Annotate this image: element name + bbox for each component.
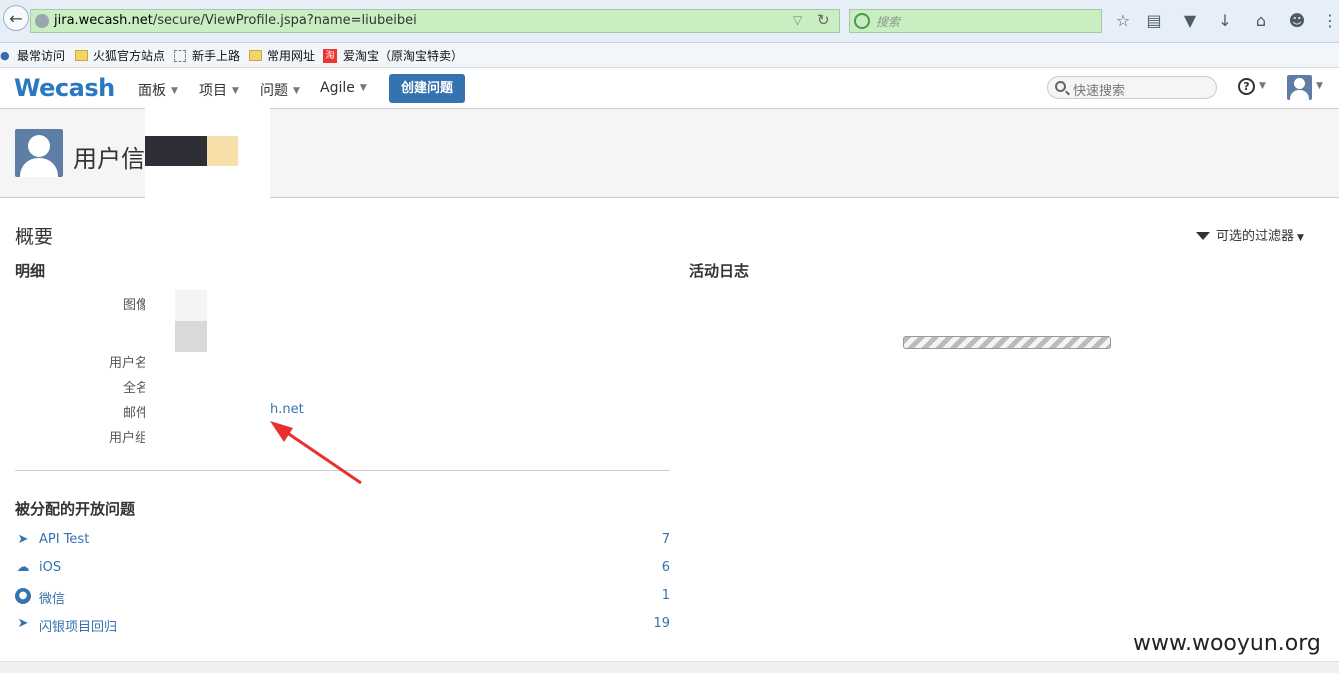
bookmarks-bar: ● 最常访问 火狐官方站点 新手上路 常用网址 淘爱淘宝（原淘宝特卖） xyxy=(0,43,1339,68)
download-icon[interactable]: ↓ xyxy=(1215,11,1235,31)
url-text[interactable]: jira.wecash.net/secure/ViewProfile.jspa?… xyxy=(54,13,417,28)
browser-search-input[interactable]: 搜索 xyxy=(876,13,900,30)
home-icon[interactable]: ⌂ xyxy=(1251,11,1271,31)
details-heading: 明细 xyxy=(15,262,46,280)
project-link[interactable]: 闪银项目回归 xyxy=(39,616,117,635)
help-icon[interactable]: ? xyxy=(1238,78,1255,95)
chevron-down-icon: ▼ xyxy=(1297,233,1304,243)
divider xyxy=(15,470,670,471)
create-issue-button[interactable]: 创建问题 xyxy=(389,74,465,103)
chevron-down-icon: ▼ xyxy=(359,83,367,93)
groups-label: 用户组 xyxy=(109,431,145,446)
rocket-icon: ➤ xyxy=(17,616,29,631)
chat-icon[interactable]: ☻ xyxy=(1287,11,1307,31)
redaction-block xyxy=(175,321,207,352)
filter-icon xyxy=(1196,232,1210,240)
bookmark-most-visited[interactable]: ● 最常访问 xyxy=(0,47,65,64)
email-link[interactable]: h.net xyxy=(270,402,304,417)
list-item[interactable]: ➤ API Test 7 xyxy=(15,530,670,552)
url-dropdown-icon[interactable]: ▽ xyxy=(793,13,802,27)
list-item[interactable]: ☁ iOS 6 xyxy=(15,558,671,580)
footer-bar xyxy=(0,661,1339,673)
chevron-down-icon: ▼ xyxy=(232,86,239,96)
issue-count[interactable]: 19 xyxy=(653,616,670,631)
bookmark-firefox[interactable]: 火狐官方站点 xyxy=(75,47,165,64)
project-link[interactable]: 微信 xyxy=(39,588,65,607)
reload-icon[interactable]: ↻ xyxy=(817,11,830,29)
address-bar[interactable]: jira.wecash.net/secure/ViewProfile.jspa?… xyxy=(30,9,840,33)
rocket-icon: ➤ xyxy=(17,532,29,547)
overview-heading: 概要 xyxy=(15,226,54,248)
quick-search-input[interactable]: 快速搜索 xyxy=(1047,76,1217,99)
nav-issues[interactable]: 问题 ▼ xyxy=(260,80,300,100)
username-label: 用户名 xyxy=(109,356,145,371)
project-link[interactable]: iOS xyxy=(39,560,61,575)
fullname-label: 全名 xyxy=(123,381,145,396)
avatar-label: 图像 xyxy=(123,298,145,313)
page-icon xyxy=(174,49,186,62)
watermark: www.wooyun.org xyxy=(1133,631,1321,656)
search-icon xyxy=(1055,81,1066,92)
browser-toolbar: ← jira.wecash.net/secure/ViewProfile.jsp… xyxy=(0,0,1339,43)
chevron-down-icon: ▼ xyxy=(293,86,300,96)
assigned-issues-heading: 被分配的开放问题 xyxy=(15,500,136,518)
redaction-block xyxy=(175,290,207,321)
search-engine-icon[interactable] xyxy=(854,13,870,29)
chevron-down-icon: ▼ xyxy=(171,86,178,96)
recent-icon: ● xyxy=(0,48,10,62)
bookmark-getting-started[interactable]: 新手上路 xyxy=(174,47,240,64)
chevron-down-icon[interactable]: ▼ xyxy=(1316,81,1323,91)
issue-count[interactable]: 7 xyxy=(662,532,670,547)
taobao-icon: 淘 xyxy=(323,48,337,63)
project-link[interactable]: API Test xyxy=(39,532,89,547)
chevron-down-icon[interactable]: ▼ xyxy=(1259,81,1266,91)
nav-dashboards[interactable]: 面板 ▼ xyxy=(138,80,178,100)
email-label: 邮件 xyxy=(123,406,145,421)
cloud-icon: ☁ xyxy=(16,560,30,575)
app-header: Wecash 面板 ▼ 项目 ▼ 问题 ▼ Agile ▼ 创建问题 快速搜索 ? ▼ … xyxy=(0,68,1339,109)
nav-projects[interactable]: 项目 ▼ xyxy=(199,80,239,100)
list-item[interactable]: ● 微信 1 xyxy=(15,586,670,608)
nav-agile[interactable]: Agile ▼ xyxy=(320,80,367,96)
menu-icon[interactable]: ⋮ xyxy=(1320,11,1339,31)
back-button[interactable]: ← xyxy=(3,5,29,31)
issue-count[interactable]: 1 xyxy=(662,588,670,603)
filter-dropdown[interactable]: 可选的过滤器 ▼ xyxy=(1196,225,1304,244)
activity-loading-bar xyxy=(903,336,1111,349)
folder-icon xyxy=(249,50,262,61)
redaction-block xyxy=(207,136,238,166)
redaction-block xyxy=(145,136,207,166)
bookmark-aitaobao[interactable]: 淘爱淘宝（原淘宝特卖） xyxy=(323,47,463,64)
folder-icon xyxy=(75,50,88,61)
user-avatar-menu[interactable] xyxy=(1287,75,1312,100)
activity-stream-heading: 活动日志 xyxy=(689,262,750,280)
reading-list-icon[interactable]: ▤ xyxy=(1144,11,1164,31)
profile-avatar xyxy=(15,129,63,177)
page-title: 用户信 xyxy=(73,145,145,173)
bookmark-common[interactable]: 常用网址 xyxy=(249,47,315,64)
star-icon[interactable]: ☆ xyxy=(1113,11,1133,31)
browser-search-bar[interactable]: 搜索 xyxy=(849,9,1102,33)
issue-count[interactable]: 6 xyxy=(662,560,670,575)
wechat-icon: ● xyxy=(15,588,31,604)
globe-icon xyxy=(35,14,49,28)
list-item[interactable]: ➤ 闪银项目回归 19 xyxy=(15,614,670,636)
redaction-block xyxy=(145,198,270,473)
quick-search-placeholder: 快速搜索 xyxy=(1073,84,1126,99)
pocket-icon[interactable]: ▼ xyxy=(1180,11,1200,31)
wecash-logo[interactable]: Wecash xyxy=(14,74,115,102)
